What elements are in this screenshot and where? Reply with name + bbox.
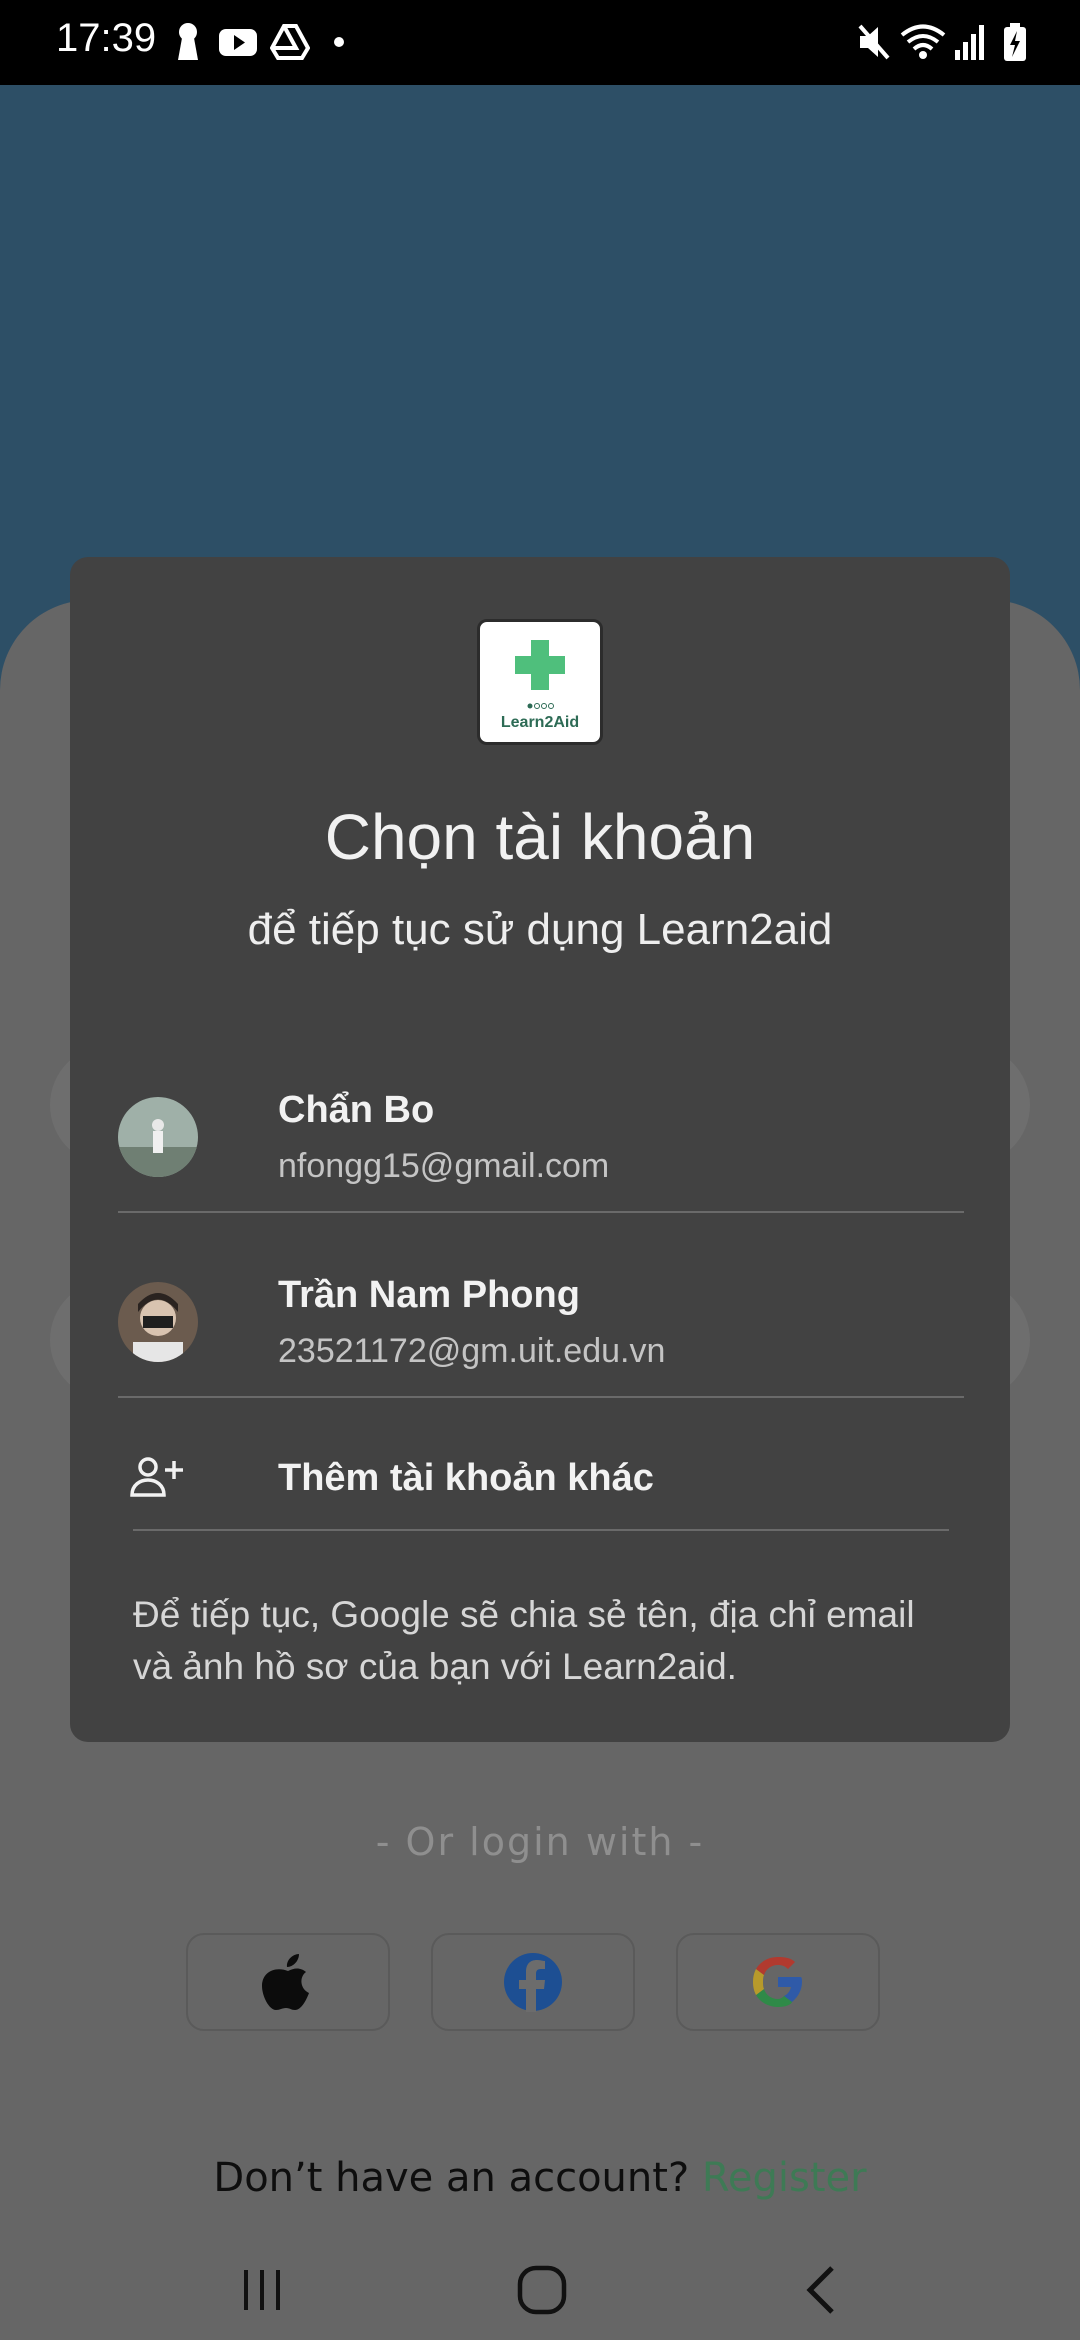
or-login-label: - Or login with - bbox=[375, 1820, 705, 1864]
account-email: nfongg15@gmail.com bbox=[278, 1147, 610, 1185]
dialog-title: Chọn tài khoản bbox=[324, 801, 756, 873]
divider bbox=[133, 1529, 949, 1531]
account-email: 23521172@gm.uit.edu.vn bbox=[278, 1332, 666, 1370]
register-prompt: Don’t have an account? bbox=[213, 2155, 690, 2201]
account-chooser-dialog: Learn2Aid Chọn tài khoản để tiếp tục sử … bbox=[70, 557, 1010, 1742]
youtube-icon bbox=[219, 29, 257, 56]
divider bbox=[118, 1211, 964, 1213]
account-item[interactable]: Chẩn Bo nfongg15@gmail.com bbox=[118, 1047, 964, 1232]
back-button[interactable] bbox=[782, 2260, 862, 2320]
home-icon bbox=[517, 2265, 567, 2315]
divider bbox=[118, 1396, 964, 1398]
account-item[interactable]: Trần Nam Phong 23521172@gm.uit.edu.vn bbox=[118, 1232, 964, 1417]
drive-icon bbox=[270, 24, 310, 60]
avatar bbox=[118, 1097, 198, 1177]
add-account-button[interactable]: Thêm tài khoản khác bbox=[118, 1417, 964, 1537]
mute-icon bbox=[858, 24, 890, 60]
apple-icon bbox=[262, 1954, 309, 2010]
add-account-label: Thêm tài khoản khác bbox=[278, 1457, 654, 1499]
status-bar: 17:39 bbox=[0, 0, 1080, 85]
register-link[interactable]: Register bbox=[702, 2155, 867, 2201]
keyhole-icon bbox=[178, 23, 198, 60]
facebook-icon bbox=[504, 1953, 562, 2012]
signal-icon bbox=[955, 25, 984, 60]
status-time: 17:39 bbox=[56, 16, 157, 60]
register-prompt-row: Don’t have an account? Register bbox=[0, 2155, 1080, 2201]
apple-login-button[interactable] bbox=[186, 1933, 390, 2031]
recent-apps-icon bbox=[244, 2270, 280, 2310]
app-logo: Learn2Aid bbox=[477, 619, 603, 745]
google-icon bbox=[753, 1957, 802, 2007]
app-logo-text: Learn2Aid bbox=[500, 714, 580, 731]
account-name: Chẩn Bo bbox=[278, 1089, 435, 1131]
dot-icon bbox=[334, 37, 344, 47]
add-person-icon bbox=[130, 1457, 183, 1497]
privacy-notice: Để tiếp tục, Google sẽ chia sẻ tên, địa … bbox=[133, 1594, 915, 1687]
navigation-bar bbox=[0, 2240, 1080, 2340]
back-icon bbox=[806, 2266, 834, 2314]
recent-apps-button[interactable] bbox=[222, 2260, 302, 2320]
dialog-subtitle: để tiếp tục sử dụng Learn2aid bbox=[247, 905, 833, 954]
facebook-login-button[interactable] bbox=[431, 1933, 635, 2031]
battery-icon bbox=[1004, 23, 1026, 61]
google-login-button[interactable] bbox=[676, 1933, 880, 2031]
home-button[interactable] bbox=[502, 2260, 582, 2320]
avatar bbox=[118, 1282, 198, 1362]
wifi-icon bbox=[900, 24, 946, 59]
account-name: Trần Nam Phong bbox=[278, 1274, 580, 1316]
